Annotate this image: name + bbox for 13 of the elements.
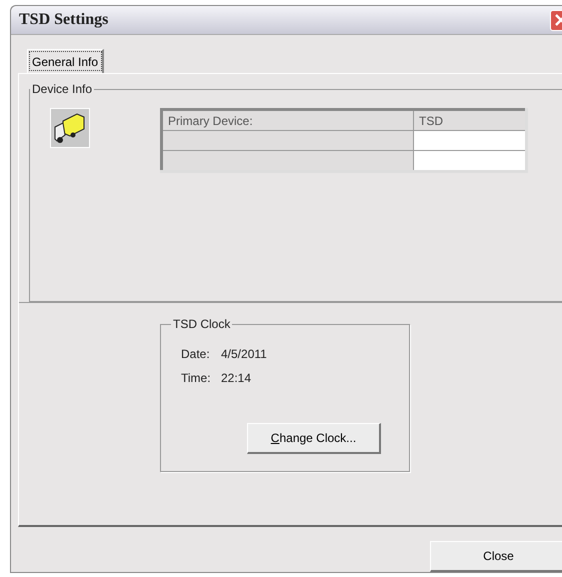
truck-icon (50, 108, 90, 148)
table-cell: Primary Device: (162, 110, 414, 130)
table-cell: TSD (414, 110, 526, 130)
group-title: TSD Clock (172, 317, 232, 331)
field-value: 22:14 (221, 371, 252, 385)
field-label: Date: (181, 347, 207, 361)
window-title: TSD Settings (18, 11, 108, 29)
field-value: 4/5/2011 (221, 347, 267, 361)
change-clock-button[interactable]: Change Clock... (247, 423, 381, 454)
tab[interactable]: General Info (27, 49, 104, 73)
group-title: Device Info (31, 82, 94, 96)
field-label: Time: (181, 371, 207, 385)
close-button[interactable]: Close (430, 541, 562, 572)
